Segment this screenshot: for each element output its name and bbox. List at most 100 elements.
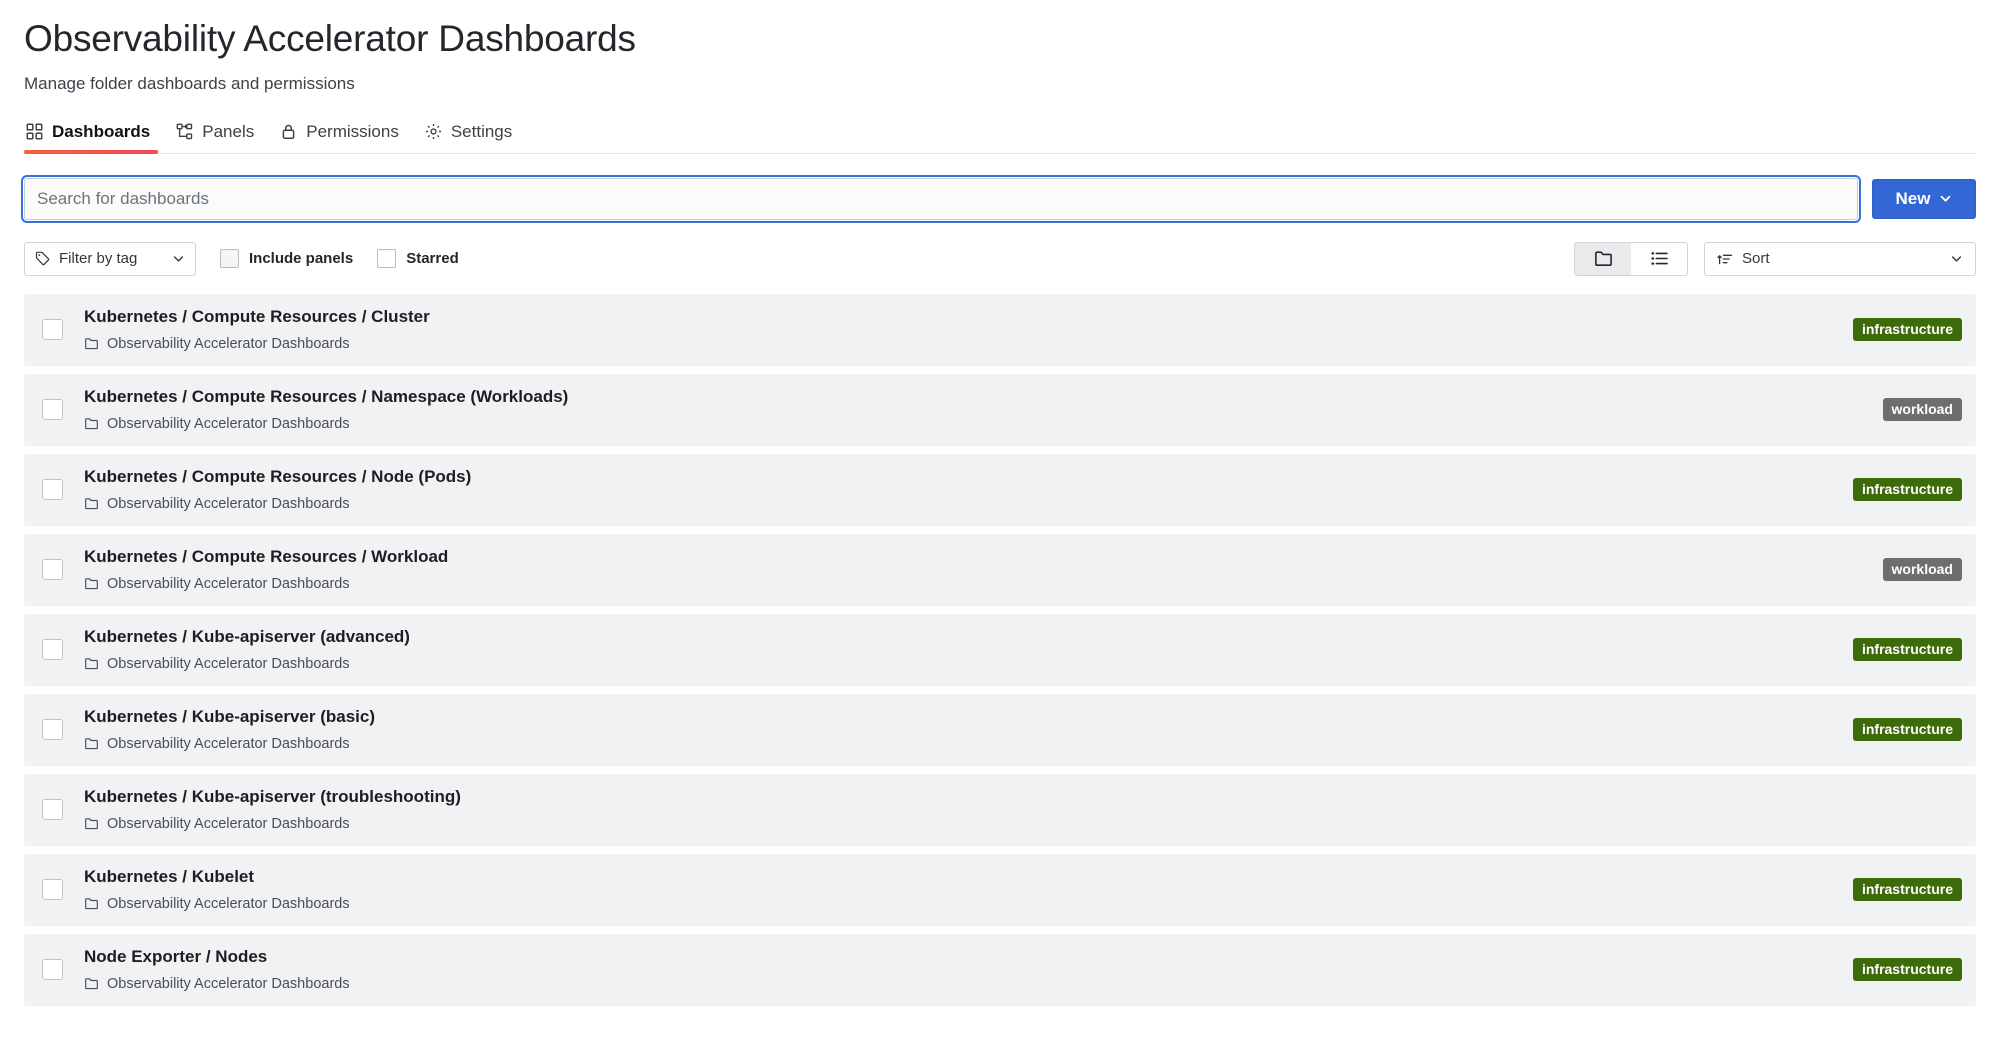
list-icon <box>1650 249 1669 268</box>
status-badge[interactable]: infrastructure <box>1853 638 1962 661</box>
folder-icon <box>84 576 99 591</box>
row-content: Kubernetes / Compute Resources / Node (P… <box>84 467 1853 511</box>
search-input[interactable] <box>24 178 1858 220</box>
table-row[interactable]: Kubernetes / Kube-apiserver (troubleshoo… <box>24 774 1976 846</box>
page-header: Observability Accelerator Dashboards Man… <box>0 0 2000 94</box>
table-row[interactable]: Kubernetes / Compute Resources / Node (P… <box>24 454 1976 526</box>
tab-panels[interactable]: Panels <box>166 116 270 153</box>
include-panels-label: Include panels <box>249 250 353 267</box>
tab-dashboards[interactable]: Dashboards <box>24 116 166 153</box>
folder-icon <box>84 416 99 431</box>
row-content: Kubernetes / Compute Resources / Cluster… <box>84 307 1853 351</box>
status-badge[interactable]: workload <box>1883 398 1962 421</box>
status-badge[interactable]: infrastructure <box>1853 318 1962 341</box>
row-folder-label: Observability Accelerator Dashboards <box>107 656 350 672</box>
row-folder: Observability Accelerator Dashboards <box>84 656 1853 672</box>
row-select-checkbox[interactable] <box>42 719 63 740</box>
row-folder-label: Observability Accelerator Dashboards <box>107 336 350 352</box>
status-badge[interactable]: infrastructure <box>1853 878 1962 901</box>
status-badge[interactable]: infrastructure <box>1853 958 1962 981</box>
row-folder: Observability Accelerator Dashboards <box>84 336 1853 352</box>
sitemap-icon <box>176 123 193 140</box>
chevron-down-icon <box>172 252 185 265</box>
filter-by-tag-select[interactable]: Filter by tag <box>24 242 196 276</box>
folder-icon <box>84 656 99 671</box>
dashboards-page: Observability Accelerator Dashboards Man… <box>0 0 2000 1061</box>
row-folder-label: Observability Accelerator Dashboards <box>107 896 350 912</box>
table-row[interactable]: Kubernetes / Compute Resources / Workloa… <box>24 534 1976 606</box>
tab-bar: Dashboards Panels <box>24 116 1976 154</box>
starred-label: Starred <box>406 250 459 267</box>
folder-icon <box>84 736 99 751</box>
new-button[interactable]: New <box>1872 179 1976 219</box>
row-folder-label: Observability Accelerator Dashboards <box>107 736 350 752</box>
row-select-checkbox[interactable] <box>42 879 63 900</box>
row-content: Kubernetes / Compute Resources / Workloa… <box>84 547 1883 591</box>
lock-icon <box>280 123 297 140</box>
row-select-checkbox[interactable] <box>42 559 63 580</box>
row-title[interactable]: Kubernetes / Compute Resources / Node (P… <box>84 467 1853 487</box>
filter-by-tag-label: Filter by tag <box>59 250 163 267</box>
row-folder-label: Observability Accelerator Dashboards <box>107 576 350 592</box>
row-select-checkbox[interactable] <box>42 639 63 660</box>
row-select-checkbox[interactable] <box>42 399 63 420</box>
view-toggle-list-button[interactable] <box>1631 243 1687 275</box>
folder-icon <box>84 816 99 831</box>
table-row[interactable]: Kubernetes / Compute Resources / Namespa… <box>24 374 1976 446</box>
status-badge[interactable]: workload <box>1883 558 1962 581</box>
tab-panels-label: Panels <box>202 122 254 142</box>
tab-dashboards-label: Dashboards <box>52 122 150 142</box>
starred-checkbox[interactable] <box>377 249 396 268</box>
row-folder: Observability Accelerator Dashboards <box>84 896 1853 912</box>
table-row[interactable]: Kubernetes / Kubelet Observability Accel… <box>24 854 1976 926</box>
row-title[interactable]: Kubernetes / Kube-apiserver (basic) <box>84 707 1853 727</box>
tab-permissions[interactable]: Permissions <box>270 116 415 153</box>
row-select-checkbox[interactable] <box>42 319 63 340</box>
row-folder: Observability Accelerator Dashboards <box>84 416 1883 432</box>
new-button-label: New <box>1896 189 1931 209</box>
row-folder-label: Observability Accelerator Dashboards <box>107 416 350 432</box>
view-toggle-folder-button[interactable] <box>1575 243 1631 275</box>
row-title[interactable]: Kubernetes / Kube-apiserver (troubleshoo… <box>84 787 1962 807</box>
row-select-checkbox[interactable] <box>42 959 63 980</box>
row-content: Kubernetes / Kube-apiserver (advanced) O… <box>84 627 1853 671</box>
row-title[interactable]: Kubernetes / Compute Resources / Namespa… <box>84 387 1883 407</box>
row-folder: Observability Accelerator Dashboards <box>84 496 1853 512</box>
row-title[interactable]: Kubernetes / Compute Resources / Workloa… <box>84 547 1883 567</box>
row-folder-label: Observability Accelerator Dashboards <box>107 976 350 992</box>
filter-row: Filter by tag Include panels Starred <box>24 242 1976 276</box>
table-row[interactable]: Kubernetes / Compute Resources / Cluster… <box>24 294 1976 366</box>
tab-settings[interactable]: Settings <box>415 116 528 153</box>
folder-icon <box>84 336 99 351</box>
row-folder-label: Observability Accelerator Dashboards <box>107 496 350 512</box>
starred-checkbox-group[interactable]: Starred <box>377 249 459 268</box>
table-row[interactable]: Kubernetes / Kube-apiserver (basic) Obse… <box>24 694 1976 766</box>
sort-amount-up-icon <box>1717 251 1733 267</box>
tab-settings-label: Settings <box>451 122 512 142</box>
folder-icon <box>84 896 99 911</box>
row-select-checkbox[interactable] <box>42 799 63 820</box>
status-badge[interactable]: infrastructure <box>1853 478 1962 501</box>
row-content: Kubernetes / Kubelet Observability Accel… <box>84 867 1853 911</box>
row-title[interactable]: Kubernetes / Kubelet <box>84 867 1853 887</box>
table-row[interactable]: Node Exporter / Nodes Observability Acce… <box>24 934 1976 1006</box>
row-folder: Observability Accelerator Dashboards <box>84 736 1853 752</box>
status-badge[interactable]: infrastructure <box>1853 718 1962 741</box>
row-folder: Observability Accelerator Dashboards <box>84 816 1962 832</box>
row-title[interactable]: Kubernetes / Compute Resources / Cluster <box>84 307 1853 327</box>
row-title[interactable]: Kubernetes / Kube-apiserver (advanced) <box>84 627 1853 647</box>
sort-label: Sort <box>1742 250 1941 267</box>
tag-icon <box>35 251 50 266</box>
row-title[interactable]: Node Exporter / Nodes <box>84 947 1853 967</box>
include-panels-checkbox[interactable] <box>220 249 239 268</box>
chevron-down-icon <box>1950 252 1963 265</box>
row-content: Kubernetes / Kube-apiserver (troubleshoo… <box>84 787 1962 831</box>
row-folder-label: Observability Accelerator Dashboards <box>107 816 350 832</box>
table-row[interactable]: Kubernetes / Kube-apiserver (advanced) O… <box>24 614 1976 686</box>
search-field-wrapper <box>24 178 1858 220</box>
sort-select[interactable]: Sort <box>1704 242 1976 276</box>
row-content: Node Exporter / Nodes Observability Acce… <box>84 947 1853 991</box>
include-panels-checkbox-group[interactable]: Include panels <box>220 249 353 268</box>
tab-permissions-label: Permissions <box>306 122 399 142</box>
row-select-checkbox[interactable] <box>42 479 63 500</box>
